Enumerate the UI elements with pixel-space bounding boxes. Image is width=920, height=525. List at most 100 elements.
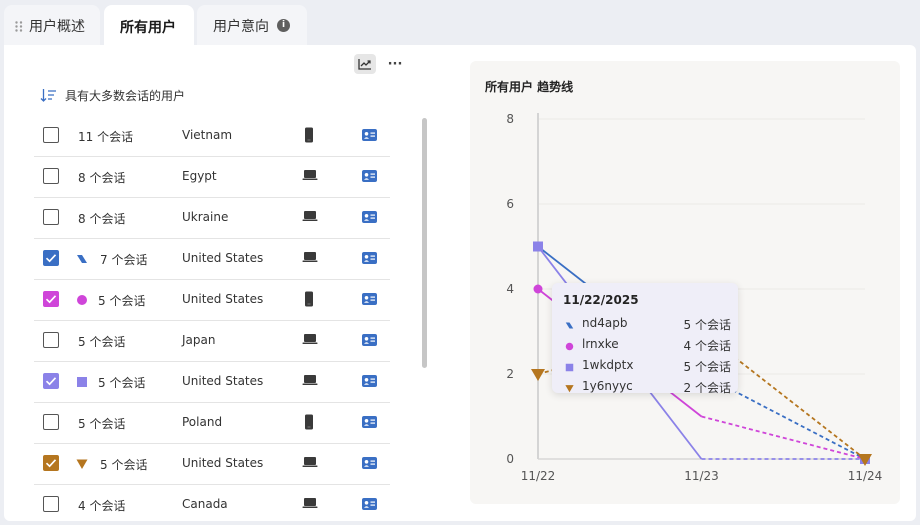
tooltip-series-name: 1y6nyyc bbox=[582, 379, 633, 393]
user-card-icon[interactable] bbox=[362, 293, 377, 308]
tooltip-row: 1wkdptx 5 个会话 bbox=[563, 358, 731, 375]
more-options-button[interactable]: ··· bbox=[384, 54, 406, 74]
table-row[interactable]: 8 个会话 Ukraine bbox=[34, 198, 390, 239]
desktop-device-icon bbox=[302, 209, 318, 226]
country-label: United States bbox=[182, 292, 264, 306]
series-marker-circle bbox=[76, 294, 88, 309]
series-marker-triangle bbox=[565, 382, 574, 396]
drag-handle-icon[interactable] bbox=[15, 21, 23, 32]
table-row[interactable]: 7 个会话 United States bbox=[34, 239, 390, 280]
desktop-device-icon bbox=[302, 250, 318, 267]
tooltip-series-name: nd4apb bbox=[582, 316, 628, 330]
desktop-device-icon bbox=[302, 168, 318, 185]
row-checkbox[interactable] bbox=[43, 455, 59, 471]
country-label: Canada bbox=[182, 497, 228, 511]
user-card-icon[interactable] bbox=[362, 416, 377, 431]
tooltip-series-value: 4 个会话 bbox=[683, 339, 731, 353]
tooltip-row: nd4apb 5 个会话 bbox=[563, 316, 731, 333]
table-row[interactable]: 8 个会话 Egypt bbox=[34, 157, 390, 198]
row-checkbox[interactable] bbox=[43, 496, 59, 512]
country-label: Japan bbox=[182, 333, 216, 347]
country-label: United States bbox=[182, 251, 264, 265]
user-card-icon[interactable] bbox=[362, 498, 377, 513]
trend-chart-card: 所有用户 趋势线 0 2 4 6 8 11/22 11/23 11/24 11/22/2025… bbox=[470, 61, 900, 504]
session-count: 5 个会话 bbox=[78, 417, 126, 431]
desktop-device-icon bbox=[302, 496, 318, 513]
sort-descending-icon bbox=[40, 89, 56, 102]
country-label: United States bbox=[182, 456, 264, 470]
user-card-icon[interactable] bbox=[362, 252, 377, 267]
table-row[interactable]: 11 个会话 Vietnam bbox=[34, 116, 390, 157]
table-row[interactable]: 5 个会话 United States bbox=[34, 280, 390, 321]
country-label: Ukraine bbox=[182, 210, 229, 224]
tooltip-row: lrnxke 4 个会话 bbox=[563, 337, 731, 354]
y-tick-label: 0 bbox=[506, 452, 514, 466]
desktop-device-icon bbox=[302, 455, 318, 472]
session-count: 5 个会话 bbox=[98, 376, 146, 390]
table-row[interactable]: 5 个会话 Japan bbox=[34, 321, 390, 362]
session-count: 5 个会话 bbox=[98, 294, 146, 308]
list-scrollbar[interactable] bbox=[422, 118, 427, 368]
y-tick-label: 2 bbox=[506, 367, 514, 381]
user-card-icon[interactable] bbox=[362, 334, 377, 349]
tab-user-overview[interactable]: 用户概述 bbox=[4, 5, 100, 46]
data-point-lrnxke bbox=[533, 284, 543, 294]
tab-label: 用户概述 bbox=[29, 18, 85, 35]
tab-user-intent[interactable]: 用户意向 i bbox=[197, 5, 307, 46]
user-card-icon[interactable] bbox=[362, 170, 377, 185]
row-checkbox[interactable] bbox=[43, 291, 59, 307]
row-checkbox[interactable] bbox=[43, 332, 59, 348]
user-card-icon[interactable] bbox=[362, 457, 377, 472]
info-icon[interactable]: i bbox=[277, 19, 290, 32]
tooltip-date: 11/22/2025 bbox=[563, 293, 639, 307]
session-count: 8 个会话 bbox=[78, 171, 126, 185]
series-marker-parallelogram bbox=[565, 319, 574, 333]
tooltip-series-value: 2 个会话 bbox=[683, 381, 731, 395]
tooltip-row: 1y6nyyc 2 个会话 bbox=[563, 379, 731, 396]
chart-tooltip: 11/22/2025 nd4apb 5 个会话 lrnxke 4 个会话 1wkdptx… bbox=[552, 283, 738, 396]
tooltip-series-value: 5 个会话 bbox=[683, 318, 731, 332]
table-row[interactable]: 4 个会话 Canada bbox=[34, 485, 390, 521]
tooltip-series-name: 1wkdptx bbox=[582, 358, 634, 372]
data-point-1wkdptx bbox=[533, 241, 543, 252]
row-checkbox[interactable] bbox=[43, 414, 59, 430]
country-label: Poland bbox=[182, 415, 223, 429]
country-label: United States bbox=[182, 374, 264, 388]
user-card-icon[interactable] bbox=[362, 129, 377, 144]
tab-label: 用户意向 bbox=[213, 18, 269, 35]
session-count: 11 个会话 bbox=[78, 130, 134, 144]
sort-label: 具有大多数会话的用户 bbox=[65, 88, 186, 103]
tab-label: 所有用户 bbox=[120, 19, 176, 36]
sort-control[interactable]: 具有大多数会话的用户 bbox=[40, 86, 185, 104]
tab-all-users[interactable]: 所有用户 bbox=[104, 5, 194, 48]
session-count: 5 个会话 bbox=[78, 335, 126, 349]
series-line-lrnxke bbox=[701, 415, 866, 460]
series-marker-triangle bbox=[76, 458, 88, 473]
x-tick-label: 11/24 bbox=[848, 469, 883, 483]
mobile-device-icon bbox=[302, 127, 316, 146]
chart-toggle-button[interactable] bbox=[354, 54, 376, 74]
row-checkbox[interactable] bbox=[43, 250, 59, 266]
series-marker-circle bbox=[565, 340, 574, 354]
session-count: 5 个会话 bbox=[100, 458, 148, 472]
all-users-panel: ··· 具有大多数会话的用户 11 个会话 Vietnam 8 个会话 Egypt 8 … bbox=[4, 45, 916, 521]
series-marker-square bbox=[565, 361, 574, 375]
row-checkbox[interactable] bbox=[43, 168, 59, 184]
tooltip-series-name: lrnxke bbox=[582, 337, 619, 351]
chart-trend-icon bbox=[358, 59, 371, 70]
table-row[interactable]: 5 个会话 United States bbox=[34, 444, 390, 485]
table-row[interactable]: 5 个会话 United States bbox=[34, 362, 390, 403]
desktop-device-icon bbox=[302, 373, 318, 390]
row-checkbox[interactable] bbox=[43, 209, 59, 225]
row-checkbox[interactable] bbox=[43, 373, 59, 389]
row-checkbox[interactable] bbox=[43, 127, 59, 143]
series-marker-square bbox=[76, 376, 88, 391]
user-card-icon[interactable] bbox=[362, 211, 377, 226]
session-count: 8 个会话 bbox=[78, 212, 126, 226]
session-count: 4 个会话 bbox=[78, 499, 126, 513]
desktop-device-icon bbox=[302, 332, 318, 349]
mobile-device-icon bbox=[302, 414, 316, 433]
user-card-icon[interactable] bbox=[362, 375, 377, 390]
data-point-1y6nyyc bbox=[531, 369, 545, 381]
table-row[interactable]: 5 个会话 Poland bbox=[34, 403, 390, 444]
